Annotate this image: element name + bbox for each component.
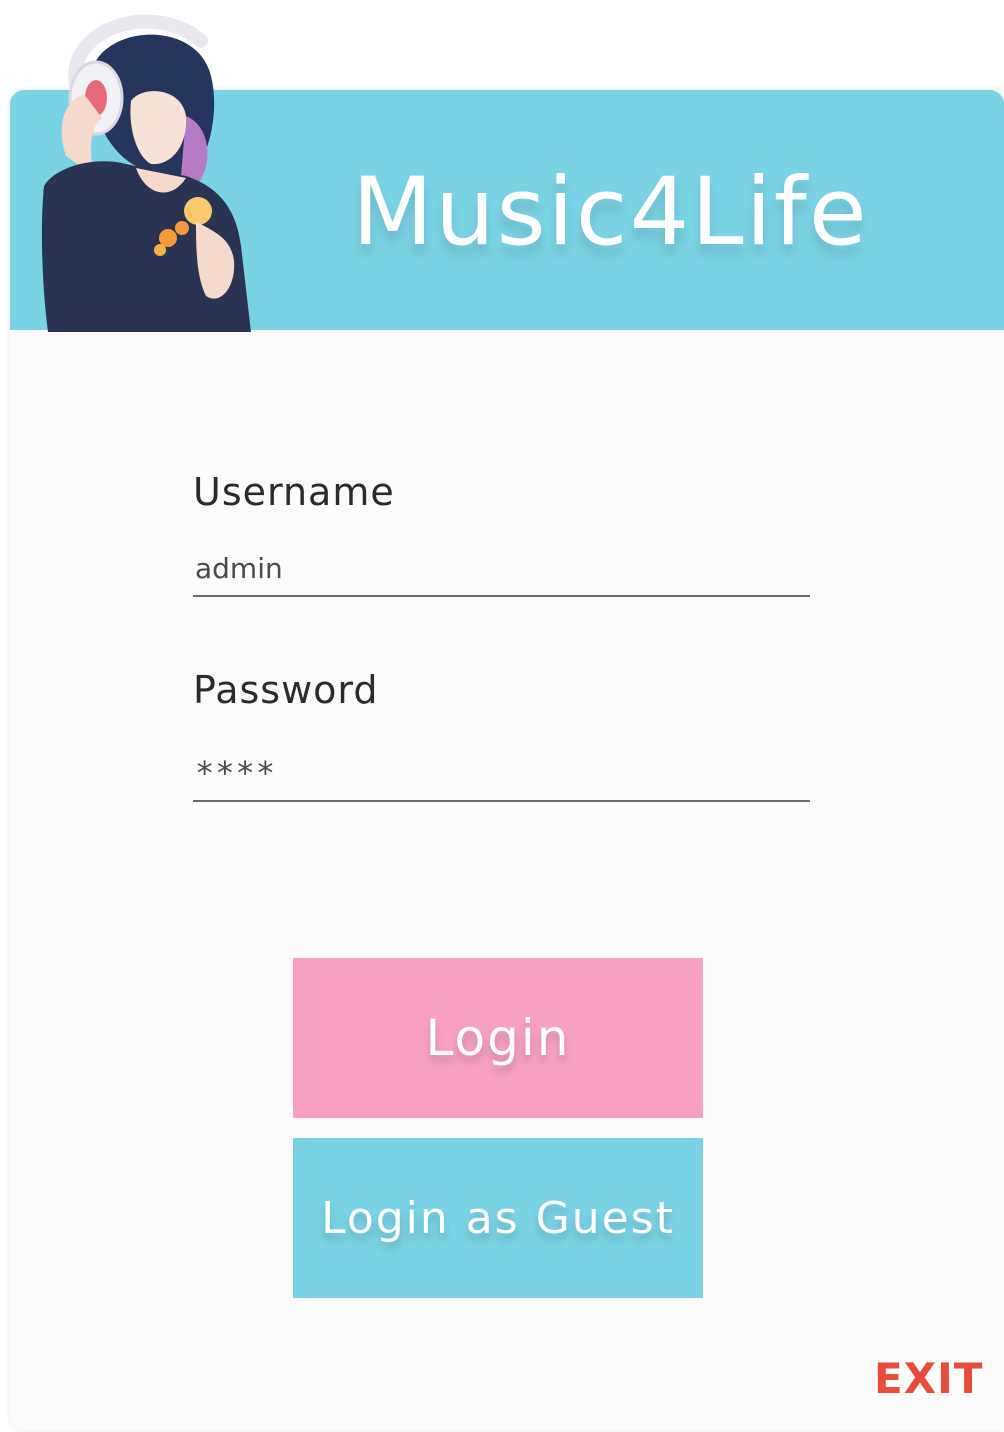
app-title: Music4Life: [352, 158, 869, 267]
login-button[interactable]: Login: [293, 958, 703, 1118]
login-as-guest-button[interactable]: Login as Guest: [293, 1138, 703, 1298]
mascot-image: [41, 14, 252, 332]
username-label: Username: [193, 470, 395, 514]
username-input[interactable]: [193, 541, 810, 597]
password-label: Password: [193, 668, 379, 712]
password-input[interactable]: [193, 746, 810, 802]
exit-button[interactable]: EXIT: [874, 1354, 983, 1403]
